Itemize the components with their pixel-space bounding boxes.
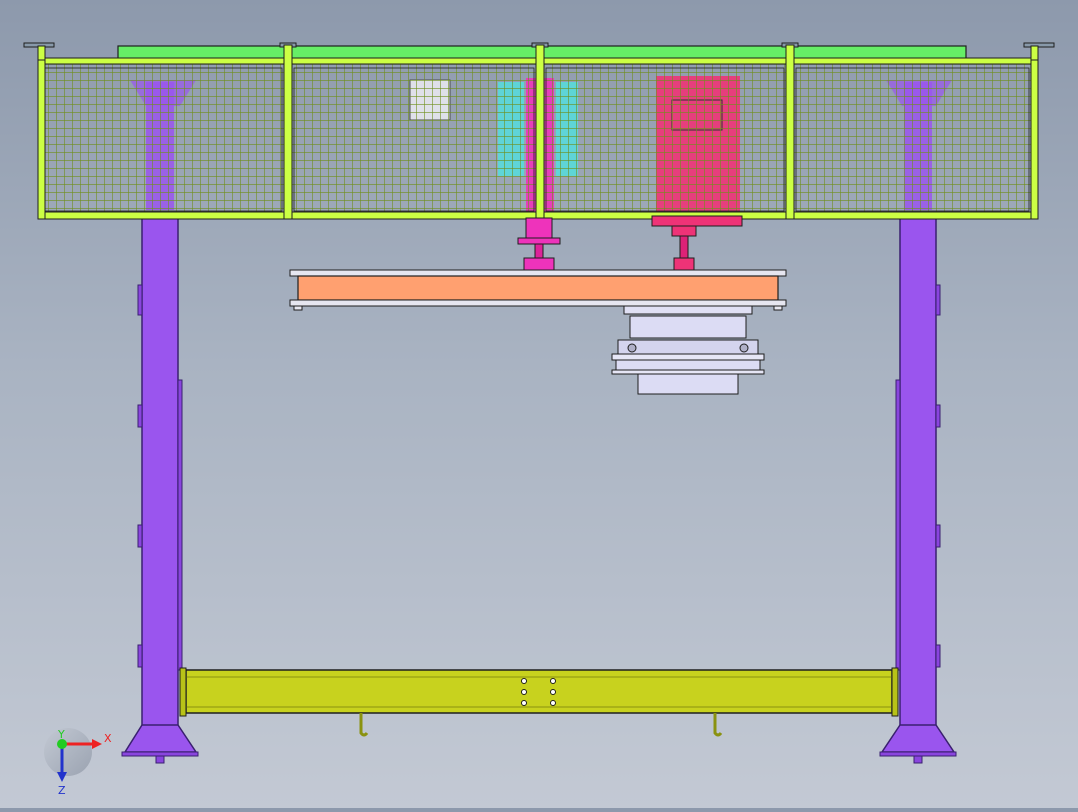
cad-viewport[interactable]: X Y Z: [0, 0, 1078, 808]
coordinate-triad[interactable]: X Y Z: [44, 728, 112, 797]
y-axis-label: Y: [57, 728, 65, 741]
lift-cylinders: [517, 215, 743, 271]
x-axis-label: X: [104, 732, 112, 745]
safety-guard: [37, 44, 1039, 220]
z-axis-label: Z: [58, 784, 66, 797]
z-axis-head: [57, 772, 67, 782]
lifting-beam: [289, 269, 787, 311]
clamp-tooling: [611, 305, 765, 395]
bottom-crossbeam: [179, 667, 899, 737]
x-axis-head: [92, 739, 102, 749]
gantry-frame-drawing: X Y Z: [23, 42, 1055, 797]
